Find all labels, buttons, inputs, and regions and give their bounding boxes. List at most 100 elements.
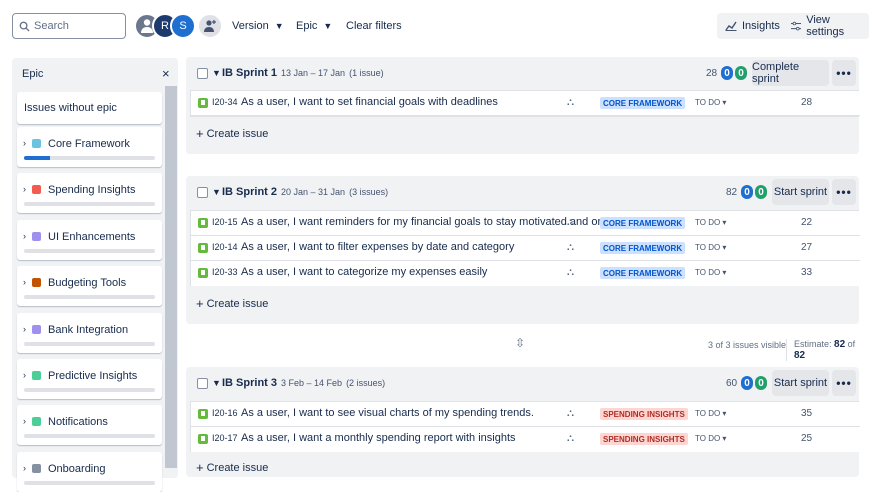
chevron-right-icon[interactable]: ›: [23, 416, 26, 426]
epic-filter[interactable]: Epic ▼: [296, 15, 332, 37]
epic-lozenge[interactable]: CORE FRAMEWORK: [600, 217, 686, 229]
version-filter[interactable]: Version ▼: [232, 15, 284, 37]
chevron-right-icon[interactable]: ›: [23, 277, 26, 287]
issue-row[interactable]: I20-17 As a user, I want a monthly spend…: [191, 427, 860, 452]
chevron-right-icon[interactable]: ›: [23, 184, 26, 194]
estimate-label: Estimate:: [794, 339, 832, 349]
issue-row[interactable]: I20-16 As a user, I want to see visual c…: [191, 402, 860, 427]
status-dropdown[interactable]: TO DO ▾: [695, 98, 726, 107]
create-issue-button[interactable]: + Create issue: [196, 296, 268, 311]
epic-card[interactable]: › Notifications: [17, 405, 162, 445]
sprint-checkbox[interactable]: [197, 187, 208, 198]
story-points[interactable]: 33: [801, 267, 812, 278]
story-points[interactable]: 27: [801, 242, 812, 253]
issue-summary[interactable]: As a user, I want a monthly spending rep…: [241, 432, 516, 444]
epic-card[interactable]: › Core Framework: [17, 127, 162, 167]
sprint-more-button[interactable]: •••: [832, 370, 856, 396]
estimate-summary: Estimate: 82 of 82: [786, 339, 859, 361]
issue-summary[interactable]: As a user, I want to set financial goals…: [241, 96, 498, 108]
issue-summary[interactable]: As a user, I want to categorize my expen…: [241, 266, 487, 278]
done-count: 0: [755, 185, 767, 199]
sprint-more-button[interactable]: •••: [832, 179, 856, 205]
avatar-s[interactable]: S: [170, 13, 196, 39]
epic-card[interactable]: › UI Enhancements: [17, 220, 162, 260]
sprint-more-button[interactable]: •••: [832, 60, 856, 86]
story-points[interactable]: 35: [801, 408, 812, 419]
chevron-right-icon[interactable]: ›: [23, 324, 26, 334]
chevron-right-icon[interactable]: ›: [23, 138, 26, 148]
epic-progress-bar: [24, 434, 155, 438]
epic-progress-bar: [24, 295, 155, 299]
epic-panel-title: Epic: [22, 68, 44, 80]
epic-panel-scrollbar[interactable]: [165, 86, 177, 468]
estimate-total: 82: [794, 350, 806, 361]
epic-name: Budgeting Tools: [48, 277, 127, 289]
epic-card[interactable]: › Onboarding: [17, 452, 162, 492]
issue-key[interactable]: I20-17: [212, 433, 238, 443]
chevron-right-icon[interactable]: ›: [23, 463, 26, 473]
status-label: TO DO: [695, 434, 721, 443]
story-icon: [198, 268, 208, 278]
insights-button[interactable]: Insights: [717, 13, 788, 39]
add-people-button[interactable]: [197, 13, 223, 39]
drag-handle-icon[interactable]: ⇳: [515, 336, 525, 350]
issue-summary[interactable]: As a user, I want to see visual charts o…: [241, 407, 534, 419]
issue-key[interactable]: I20-16: [212, 408, 238, 418]
chevron-down-icon[interactable]: ▼: [212, 378, 221, 388]
create-issue-label: Create issue: [206, 127, 269, 140]
epic-lozenge[interactable]: CORE FRAMEWORK: [600, 267, 686, 279]
epic-lozenge[interactable]: CORE FRAMEWORK: [600, 242, 686, 254]
sprint-issue-count: (1 issue): [349, 68, 384, 78]
story-points[interactable]: 22: [801, 217, 812, 228]
issue-row[interactable]: I20-14 As a user, I want to filter expen…: [191, 236, 860, 261]
epic-card[interactable]: › Predictive Insights: [17, 359, 162, 399]
story-points[interactable]: 25: [801, 433, 812, 444]
issue-key[interactable]: I20-14: [212, 242, 238, 252]
chevron-down-icon[interactable]: ▼: [212, 68, 221, 78]
epic-name: Predictive Insights: [48, 370, 138, 382]
issue-row[interactable]: I20-15 As a user, I want reminders for m…: [191, 211, 860, 236]
start-sprint-button[interactable]: Start sprint: [772, 370, 829, 396]
sprint-issue-count: (2 issues): [346, 378, 386, 388]
epic-progress-bar: [24, 388, 155, 392]
status-dropdown[interactable]: TO DO ▾: [695, 218, 726, 227]
clear-filters-button[interactable]: Clear filters: [346, 15, 402, 37]
story-points[interactable]: 28: [801, 97, 812, 108]
epic-card[interactable]: › Spending Insights: [17, 173, 162, 213]
sprint-2: ▼ IB Sprint 2 20 Jan – 31 Jan (3 issues) 8…: [186, 176, 860, 324]
epic-progress-fill: [24, 156, 51, 160]
story-icon: [198, 218, 208, 228]
sprint-checkbox[interactable]: [197, 68, 208, 79]
issue-row[interactable]: I20-33 As a user, I want to categorize m…: [191, 261, 860, 286]
issue-key[interactable]: I20-34: [212, 97, 238, 107]
search-input[interactable]: Search: [12, 13, 126, 39]
start-sprint-button[interactable]: Start sprint: [772, 179, 829, 205]
status-dropdown[interactable]: TO DO ▾: [695, 409, 726, 418]
chevron-right-icon[interactable]: ›: [23, 231, 26, 241]
status-dropdown[interactable]: TO DO ▾: [695, 434, 726, 443]
epic-lozenge[interactable]: SPENDING INSIGHTS: [600, 433, 688, 445]
epic-card[interactable]: › Budgeting Tools: [17, 266, 162, 306]
issue-key[interactable]: I20-33: [212, 267, 238, 277]
view-settings-button[interactable]: View settings: [783, 13, 869, 39]
issue-row[interactable]: I20-34 As a user, I want to set financia…: [191, 91, 860, 116]
issue-key[interactable]: I20-15: [212, 217, 238, 227]
epic-lozenge[interactable]: SPENDING INSIGHTS: [600, 408, 688, 420]
status-dropdown[interactable]: TO DO ▾: [695, 243, 726, 252]
insights-icon: [725, 21, 737, 31]
estimate-of: of: [847, 339, 856, 349]
in-progress-count: 0: [741, 376, 753, 390]
create-issue-button[interactable]: + Create issue: [196, 126, 268, 141]
epic-lozenge[interactable]: CORE FRAMEWORK: [600, 97, 686, 109]
issue-summary[interactable]: As a user, I want to filter expenses by …: [241, 241, 514, 253]
sprint-checkbox[interactable]: [197, 378, 208, 389]
issues-without-epic[interactable]: Issues without epic: [17, 92, 162, 124]
sprint-title: IB Sprint 33 Feb – 14 Feb (2 issues): [222, 377, 385, 389]
epic-card[interactable]: › Bank Integration: [17, 313, 162, 353]
chevron-down-icon[interactable]: ▼: [212, 187, 221, 197]
hierarchy-icon: ⛬: [567, 217, 574, 228]
complete-sprint-button[interactable]: Complete sprint: [752, 60, 829, 86]
status-dropdown[interactable]: TO DO ▾: [695, 268, 726, 277]
chevron-right-icon[interactable]: ›: [23, 370, 26, 380]
close-icon[interactable]: ×: [162, 66, 170, 81]
